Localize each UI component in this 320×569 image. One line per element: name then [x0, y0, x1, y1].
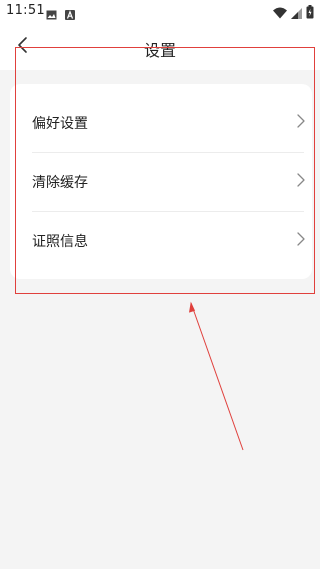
wifi-icon: [273, 4, 287, 23]
battery-icon: [306, 4, 314, 23]
status-time: 11:51: [6, 3, 45, 18]
a-badge-icon: [65, 5, 75, 24]
signal-icon: [291, 4, 302, 23]
annotation-highlight-box: [15, 47, 315, 294]
image-icon: [46, 5, 57, 24]
status-bar: 11:51: [0, 0, 320, 24]
